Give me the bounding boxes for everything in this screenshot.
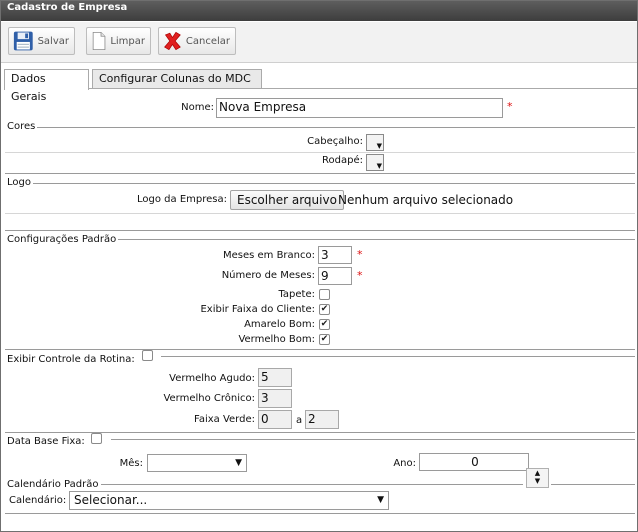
vermelho-bom-checkbox[interactable]: ✔ <box>319 334 330 345</box>
amarelo-bom-checkbox[interactable]: ✔ <box>319 319 330 330</box>
calendario-value: Selecionar... <box>74 493 148 507</box>
exibir-faixa-checkbox[interactable]: ✔ <box>319 304 330 315</box>
cores-divider <box>37 127 635 128</box>
rotina-legend: Exibir Controle da Rotina: <box>7 354 135 365</box>
rotina-divider <box>161 356 635 357</box>
name-field[interactable]: Nova Empresa <box>216 98 503 118</box>
calendario-divider <box>101 484 523 485</box>
config-divider <box>118 239 635 240</box>
vermelho-bom-label: Vermelho Bom: <box>238 334 315 345</box>
header-color-picker[interactable]: ▼ <box>366 134 384 151</box>
stepper-up-icon[interactable]: ▲ <box>527 469 548 477</box>
tapete-label: Tapete: <box>278 289 315 300</box>
tapete-checkbox[interactable] <box>319 289 330 300</box>
tab-bar: Dados Gerais Configurar Colunas do MDC <box>4 68 637 103</box>
file-status: Nenhum arquivo selecionado <box>338 193 514 207</box>
logo-legend: Logo <box>7 177 31 188</box>
section-divider <box>5 173 635 174</box>
calendario-select[interactable]: Selecionar... ▼ <box>69 491 389 510</box>
clear-button[interactable]: Limpar <box>86 27 151 55</box>
calendario-divider-right <box>551 484 635 485</box>
numero-meses-field[interactable]: 9 <box>318 267 352 285</box>
footer-color-picker[interactable]: ▼ <box>366 154 384 171</box>
save-label: Salvar <box>37 35 69 47</box>
meses-branco-label: Meses em Branco: <box>222 250 315 261</box>
checkmark-icon: ✔ <box>320 319 329 329</box>
stepper-down-icon[interactable]: ▼ <box>527 477 548 485</box>
red-x-icon <box>164 31 181 51</box>
floppy-disk-icon <box>13 31 33 51</box>
database-checkbox[interactable] <box>91 433 102 444</box>
mes-select[interactable]: ▼ <box>147 454 247 472</box>
database-divider <box>111 439 635 440</box>
meses-branco-required: * <box>357 248 363 261</box>
calendario-label: Calendário: <box>9 495 67 506</box>
logo-row-divider <box>5 213 635 214</box>
cancel-button[interactable]: Cancelar <box>158 27 236 55</box>
triangle-down-icon: ▼ <box>235 458 242 468</box>
header-color-label: Cabeçalho: <box>307 136 363 147</box>
tab-dados-gerais[interactable]: Dados Gerais <box>4 69 89 103</box>
clear-label: Limpar <box>110 35 145 47</box>
section-divider <box>5 349 635 350</box>
section-divider <box>5 230 635 231</box>
mes-label: Mês: <box>119 458 143 469</box>
name-required-mark: * <box>507 100 513 113</box>
vermelho-cronico-field[interactable]: 3 <box>258 389 292 408</box>
dialog-window: Cadastro de Empresa Salvar Limpar Cancel… <box>0 0 638 532</box>
rotina-checkbox[interactable] <box>142 350 153 361</box>
cores-row-divider <box>5 152 635 153</box>
bottom-divider <box>5 513 635 514</box>
faixa-verde-separator: a <box>296 415 303 426</box>
faixa-verde-from-field[interactable]: 0 <box>258 410 292 429</box>
vermelho-cronico-label: Vermelho Crônico: <box>163 393 255 404</box>
database-legend: Data Base Fixa: <box>7 436 85 447</box>
checkmark-icon: ✔ <box>320 334 329 344</box>
checkmark-icon: ✔ <box>320 304 329 314</box>
blank-page-icon <box>92 31 106 51</box>
tab-configurar-colunas[interactable]: Configurar Colunas do MDC <box>92 69 262 88</box>
exibir-faixa-label: Exibir Faixa do Cliente: <box>200 304 315 315</box>
config-legend: Configurações Padrão <box>7 234 117 245</box>
faixa-verde-label: Faixa Verde: <box>194 414 255 425</box>
footer-color-label: Rodapé: <box>322 155 363 166</box>
amarelo-bom-label: Amarelo Bom: <box>244 319 315 330</box>
numero-meses-required: * <box>357 269 363 282</box>
triangle-down-icon: ▼ <box>377 495 384 505</box>
cancel-label: Cancelar <box>185 35 230 47</box>
name-label: Nome: <box>181 102 214 113</box>
ano-field[interactable]: 0 <box>419 453 529 471</box>
vermelho-agudo-label: Vermelho Agudo: <box>169 373 255 384</box>
save-button[interactable]: Salvar <box>8 27 75 55</box>
window-title: Cadastro de Empresa <box>1 1 637 21</box>
cores-legend: Cores <box>7 121 36 132</box>
calendario-legend: Calendário Padrão <box>7 479 99 490</box>
faixa-verde-to-field[interactable]: 2 <box>305 410 339 429</box>
ano-stepper[interactable]: ▲ ▼ <box>526 468 549 488</box>
meses-branco-field[interactable]: 3 <box>318 246 352 264</box>
choose-file-button[interactable]: Escolher arquivo <box>230 190 344 210</box>
toolbar: Salvar Limpar Cancelar <box>1 22 637 63</box>
ano-label: Ano: <box>393 458 416 469</box>
logo-divider <box>33 183 635 184</box>
vermelho-agudo-field[interactable]: 5 <box>258 368 292 387</box>
logo-label: Logo da Empresa: <box>137 194 227 205</box>
numero-meses-label: Número de Meses: <box>221 270 315 281</box>
